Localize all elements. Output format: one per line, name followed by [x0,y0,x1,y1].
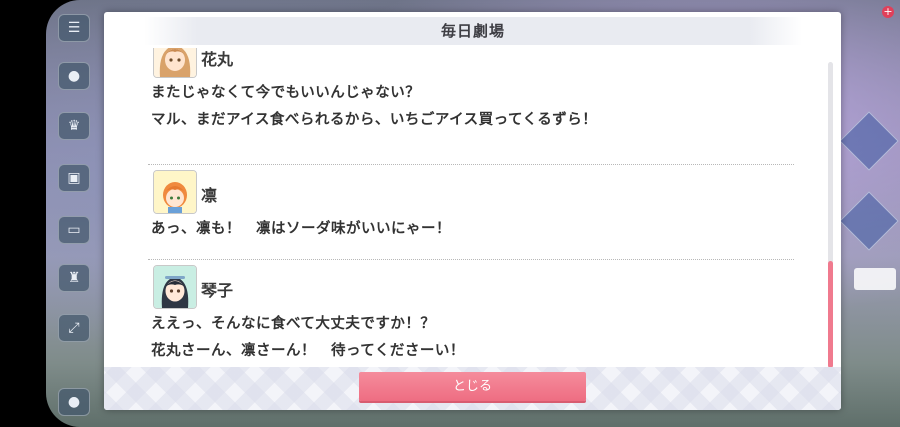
side-menu: ☰ ● ♛ ▣ ▭ ♜ ⤢ ● [50,0,96,427]
speaker-row: 凛 [144,170,794,216]
speaker-name: 凛 [201,186,218,205]
menu-icon[interactable]: ☰ [58,14,90,42]
expand-icon[interactable]: ⤢ [58,314,90,342]
dialogue-line: ええっ、そんなに食べて大丈夫ですか！？ [151,316,436,332]
close-button[interactable]: とじる [359,372,586,401]
dialog-title: 毎日劇場 [440,22,505,40]
diamond-button-icon[interactable] [839,191,899,251]
side-label-badge[interactable] [854,268,896,290]
dialogue-line: またじゃなくて今でもいいんじゃない？ [151,85,421,101]
dialog-footer: とじる [104,367,841,410]
speaker-name: 琴子 [201,281,234,300]
entry-divider [148,164,794,165]
speaker-row: 花丸 [144,48,794,80]
dialogue-line: 花丸さーん、凛さーん！ 待ってくださーい！ [151,343,465,359]
dialogue-line: マル、まだアイス食べられるから、いちごアイス買ってくるずら！ [151,112,598,128]
dialogue-entry: 琴子 ええっ、そんなに食べて大丈夫ですか！？ 花丸さーん、凛さーん！ 待ってくだ… [144,265,794,365]
right-background-panel: + [838,0,900,427]
present-icon[interactable]: ♛ [58,112,90,140]
dialogue-line: あっ、凛も！ 凛はソーダ味がいいにゃー！ [151,221,451,237]
dialog-header: 毎日劇場 [144,17,802,45]
hanamaru-avatar [153,48,197,78]
scrollbar-thumb[interactable] [828,261,833,368]
speaker-row: 琴子 [144,265,794,311]
plus-badge-icon[interactable]: + [882,6,894,18]
speaker-name: 花丸 [201,50,234,69]
entry-divider [148,259,794,260]
scrollbar[interactable] [828,62,833,368]
diamond-button-icon[interactable] [839,111,899,171]
daily-theater-dialog: 毎日劇場 花丸 またじゃなくて今でもいいんじゃない？ マル、まだアイス食べられる… [104,12,841,410]
chat-icon[interactable]: ● [58,62,90,90]
dialogue-entry: 花丸 またじゃなくて今でもいいんじゃない？ マル、まだアイス食べられるから、いち… [144,48,794,134]
profile-icon[interactable]: ● [58,388,90,416]
kotoko-avatar [153,265,197,309]
gift-icon[interactable]: ▣ [58,164,90,192]
dialogue-entry: 凛 あっ、凛も！ 凛はソーダ味がいいにゃー！ [144,170,794,243]
monitor-icon[interactable]: ▭ [58,216,90,244]
rin-avatar [153,170,197,214]
dialogue-list[interactable]: 花丸 またじゃなくて今でもいいんじゃない？ マル、まだアイス食べられるから、いち… [144,48,794,368]
trophy-icon[interactable]: ♜ [58,264,90,292]
